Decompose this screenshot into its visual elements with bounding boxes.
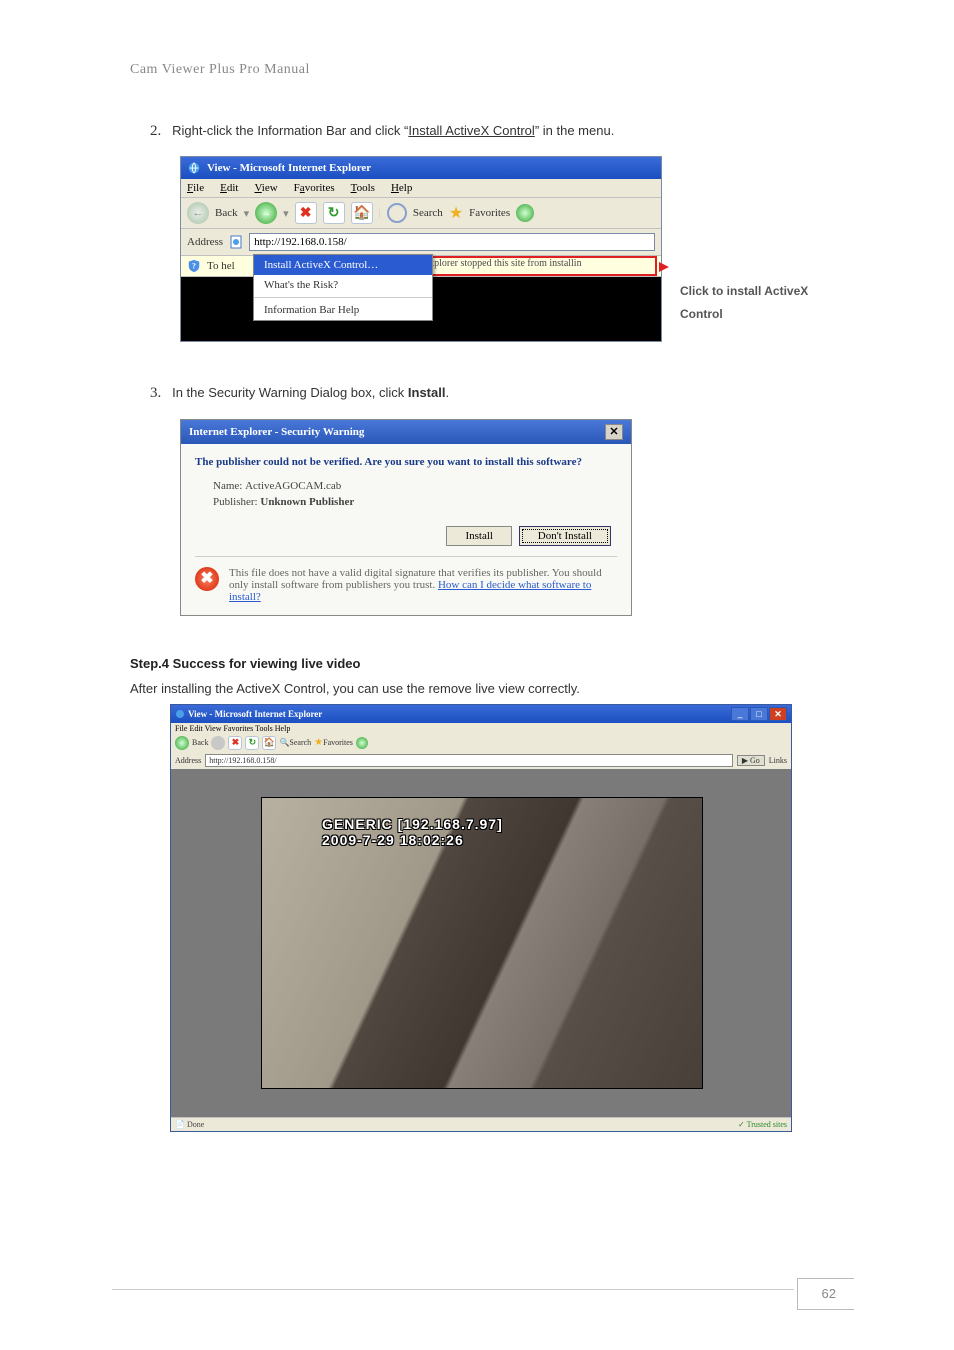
stop-button[interactable]: ✖: [228, 736, 242, 750]
ie2-menubar[interactable]: File Edit View Favorites Tools Help: [171, 723, 791, 734]
ie2-addressbar: Address http://192.168.0.158/ ▶ Go Links: [171, 752, 791, 769]
page-number-box: 62: [797, 1278, 854, 1310]
forward-dropdown[interactable]: ▾: [283, 207, 289, 220]
go-button[interactable]: ▶ Go: [737, 755, 765, 766]
search-button[interactable]: 🔍Search: [279, 738, 311, 747]
security-warning-footer: ✖ This file does not have a valid digita…: [195, 556, 617, 603]
menu-help[interactable]: Help: [391, 182, 412, 194]
history-button[interactable]: [356, 737, 368, 749]
publisher-row: Publisher: Unknown Publisher: [213, 496, 617, 508]
search-icon: [387, 203, 407, 223]
favorites-button[interactable]: Favorites: [469, 207, 510, 219]
ie-menubar[interactable]: File Edit View Favorites Tools Help: [181, 179, 661, 198]
step-3-text: 3. In the Security Warning Dialog box, c…: [170, 382, 844, 405]
step-4-text: After installing the ActiveX Control, yo…: [130, 681, 844, 696]
history-icon[interactable]: [516, 204, 534, 222]
close-button[interactable]: ✕: [769, 707, 787, 721]
ie-addressbar: Address: [181, 229, 661, 256]
ie2-toolbar: Back ✖ ↻ 🏠 🔍Search ★Favorites: [171, 734, 791, 752]
ie-information-bar[interactable]: ? To hel Install ActiveX Control… What's…: [181, 256, 661, 277]
step-2-text: 2. Right-click the Information Bar and c…: [170, 120, 844, 143]
ie2-viewport: GENERIC [192.168.7.97] 2009-7-29 18:02:2…: [171, 769, 791, 1117]
address-label: Address: [187, 236, 223, 248]
menu-tools[interactable]: Tools: [351, 182, 375, 194]
ie-window-infobar: View - Microsoft Internet Explorer File …: [180, 156, 662, 342]
menu-file[interactable]: File: [187, 182, 204, 194]
refresh-button[interactable]: ↻: [245, 736, 259, 750]
ctx-infobar-help[interactable]: Information Bar Help: [254, 300, 432, 320]
menu-view[interactable]: View: [254, 182, 277, 194]
page-icon: [229, 235, 243, 249]
status-done: 📄 Done: [175, 1120, 204, 1129]
security-question: The publisher could not be verified. Are…: [195, 456, 617, 468]
ie-logo-icon: [175, 709, 185, 719]
stop-button[interactable]: ✖: [295, 202, 317, 224]
shield-icon: ?: [187, 259, 201, 273]
back-label: Back: [215, 207, 238, 219]
menu-edit[interactable]: Edit: [220, 182, 238, 194]
infobar-context-menu: Install ActiveX Control… What's the Risk…: [253, 254, 433, 321]
close-button[interactable]: ✕: [605, 424, 623, 440]
menu-favorites[interactable]: Favorites: [294, 182, 335, 194]
forward-button[interactable]: →: [255, 202, 277, 224]
address-input[interactable]: http://192.168.0.158/: [205, 754, 733, 767]
infobar-text: To hel: [207, 260, 235, 272]
back-button[interactable]: [175, 736, 189, 750]
minimize-button[interactable]: _: [731, 707, 749, 721]
links-button[interactable]: Links: [769, 756, 787, 765]
ie2-statusbar: 📄 Done ✓ Trusted sites: [171, 1117, 791, 1131]
dont-install-button[interactable]: Don't Install: [519, 526, 611, 546]
security-warning-dialog: Internet Explorer - Security Warning ✕ T…: [180, 419, 632, 616]
ctx-install-activex[interactable]: Install ActiveX Control…: [254, 255, 432, 275]
step-4-heading: Step.4 Success for viewing live video: [130, 656, 844, 671]
home-button[interactable]: 🏠: [262, 736, 276, 750]
file-name-row: Name: ActiveAGOCAM.cab: [213, 480, 617, 492]
back-button[interactable]: ←: [187, 202, 209, 224]
page-number: 62: [822, 1286, 836, 1301]
ie-logo-icon: [187, 161, 201, 175]
page-header: Cam Viewer Plus Pro Manual: [130, 60, 844, 80]
ie2-titlebar: View - Microsoft Internet Explorer _ □ ✕: [171, 705, 791, 723]
home-button[interactable]: 🏠: [351, 202, 373, 224]
camera-live-view: GENERIC [192.168.7.97] 2009-7-29 18:02:2…: [261, 797, 703, 1089]
maximize-button[interactable]: □: [750, 707, 768, 721]
infobar-highlight: Explorer stopped this site from installi…: [419, 256, 657, 276]
back-dropdown[interactable]: ▾: [244, 207, 250, 220]
security-titlebar: Internet Explorer - Security Warning ✕: [181, 420, 631, 444]
favorites-button[interactable]: ★Favorites: [314, 737, 353, 748]
address-input[interactable]: [249, 233, 655, 251]
callout-text: Click to install ActiveX Control: [680, 156, 840, 326]
warning-icon: ✖: [195, 567, 219, 591]
favorites-icon: ★: [449, 203, 463, 223]
camera-overlay-text: GENERIC [192.168.7.97] 2009-7-29 18:02:2…: [322, 816, 503, 850]
ctx-whats-the-risk[interactable]: What's the Risk?: [254, 275, 432, 295]
svg-text:?: ?: [192, 262, 196, 271]
refresh-button[interactable]: ↻: [323, 202, 345, 224]
install-button[interactable]: Install: [446, 526, 512, 546]
callout-arrow: [659, 262, 669, 272]
footer-rule: [112, 1289, 794, 1290]
ie-window-liveview: View - Microsoft Internet Explorer _ □ ✕…: [170, 704, 792, 1132]
ie-titlebar: View - Microsoft Internet Explorer: [181, 157, 661, 179]
address-label: Address: [175, 756, 201, 765]
ctx-separator: [254, 297, 432, 298]
forward-button[interactable]: [211, 736, 225, 750]
status-trusted-sites: ✓ Trusted sites: [738, 1120, 787, 1129]
search-button[interactable]: Search: [413, 207, 443, 219]
ie-toolbar: ← Back ▾ → ▾ ✖ ↻ 🏠 | Search ★ Favorites: [181, 198, 661, 229]
